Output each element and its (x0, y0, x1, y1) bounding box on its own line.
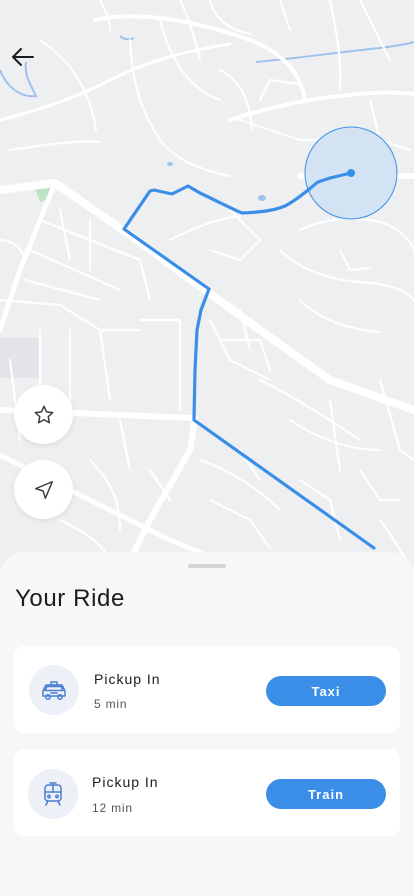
ride-eta: 5 min (94, 697, 128, 711)
ride-icon-container (29, 665, 79, 715)
ride-title: Pickup In (92, 774, 159, 790)
train-icon (44, 782, 62, 806)
ride-title: Pickup In (94, 671, 161, 687)
star-icon (34, 405, 53, 424)
ride-eta: 12 min (92, 801, 133, 815)
back-button[interactable] (6, 40, 40, 74)
ride-option-train[interactable]: Pickup In 12 min Train (14, 749, 400, 836)
arrow-left-icon (12, 48, 34, 66)
taxi-icon (42, 681, 66, 700)
ride-sheet: Your Ride Pickup In 5 min Taxi Pickup In… (0, 552, 414, 896)
navigation-arrow-icon (34, 480, 53, 499)
select-taxi-button[interactable]: Taxi (266, 676, 386, 706)
ride-option-taxi[interactable]: Pickup In 5 min Taxi (14, 646, 400, 733)
favorite-button[interactable] (14, 385, 73, 444)
map-view[interactable] (0, 0, 414, 600)
sheet-drag-handle[interactable] (188, 564, 226, 568)
select-train-button[interactable]: Train (266, 779, 386, 809)
ride-icon-container (28, 769, 78, 819)
sheet-title: Your Ride (15, 585, 125, 612)
my-location-button[interactable] (14, 460, 73, 519)
